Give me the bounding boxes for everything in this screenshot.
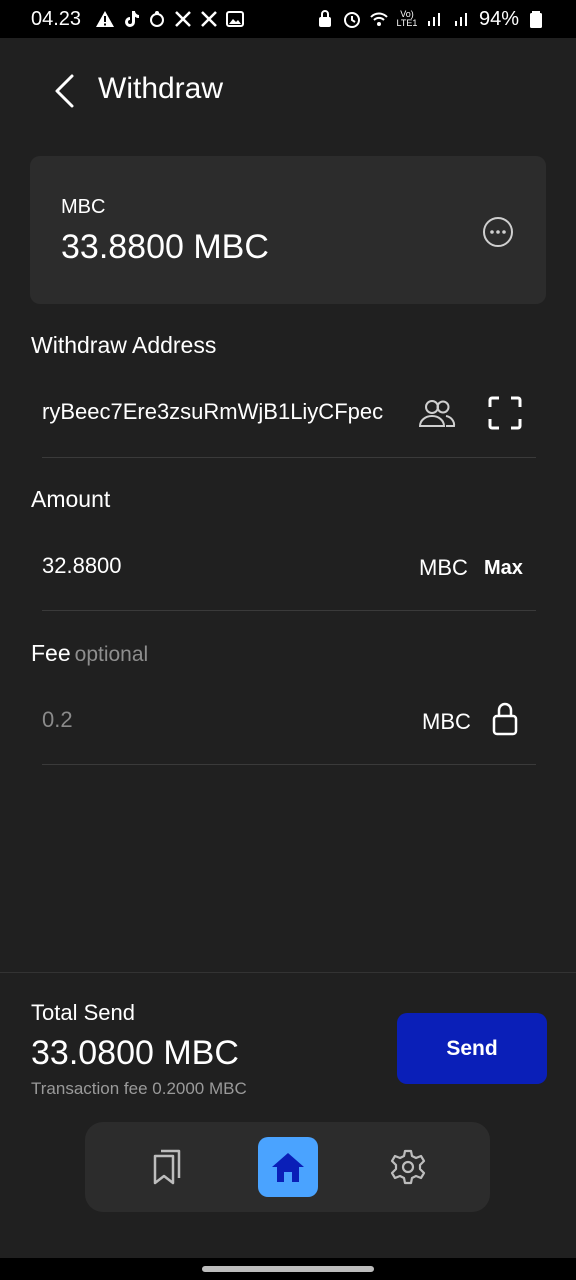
fee-optional-label: optional bbox=[74, 643, 149, 666]
scan-qr-button[interactable] bbox=[486, 394, 524, 432]
fee-unit: MBC bbox=[422, 709, 471, 734]
nav-item-settings[interactable] bbox=[378, 1137, 438, 1197]
amount-field[interactable]: 32.8800 MBC Max bbox=[42, 532, 536, 611]
lock-notification-icon bbox=[315, 9, 335, 29]
send-button[interactable]: Send bbox=[397, 1013, 547, 1084]
total-send-amount: 33.0800 MBC bbox=[31, 1034, 239, 1072]
more-icon bbox=[483, 217, 513, 247]
alarm-icon bbox=[342, 9, 362, 29]
home-gesture-handle[interactable] bbox=[202, 1266, 374, 1272]
status-bar: 04.23 Vo) LTE1 94% bbox=[0, 0, 576, 38]
battery-percent: 94% bbox=[478, 7, 519, 30]
x-icon bbox=[199, 9, 219, 29]
nav-item-home[interactable] bbox=[258, 1137, 318, 1197]
contacts-icon bbox=[418, 400, 456, 427]
fee-label-text: Fee bbox=[31, 640, 71, 666]
signal-icon bbox=[452, 9, 472, 29]
total-send-label: Total Send bbox=[31, 1000, 135, 1025]
tiktok-icon bbox=[121, 9, 141, 29]
more-options-button[interactable] bbox=[482, 216, 514, 248]
max-button[interactable]: Max bbox=[484, 557, 523, 580]
fee-label: Fee optional bbox=[31, 640, 148, 667]
balance-card: MBC 33.8800 MBC bbox=[30, 156, 546, 304]
battery-icon bbox=[526, 9, 546, 29]
summary-divider bbox=[0, 972, 576, 973]
balance-amount: 33.8800 MBC bbox=[61, 228, 269, 266]
network-label: Vo) LTE1 bbox=[396, 9, 418, 28]
lock-icon bbox=[492, 702, 518, 736]
page-title: Withdraw bbox=[98, 72, 224, 105]
gear-icon bbox=[390, 1149, 426, 1185]
fee-field[interactable]: 0.2 MBC bbox=[42, 686, 536, 765]
x-icon bbox=[173, 9, 193, 29]
gesture-bar bbox=[0, 1258, 576, 1280]
app-header: Withdraw bbox=[0, 38, 576, 142]
contacts-button[interactable] bbox=[418, 394, 456, 432]
signal-icon bbox=[425, 9, 445, 29]
amount-input[interactable]: 32.8800 bbox=[42, 553, 122, 579]
withdraw-address-field[interactable]: ryBeec7Ere3zsuRmWjB1LiyCFpec bbox=[42, 378, 536, 458]
amount-label: Amount bbox=[31, 486, 111, 512]
transaction-fee-text: Transaction fee 0.2000 MBC bbox=[31, 1079, 247, 1098]
scan-icon bbox=[488, 396, 522, 430]
withdraw-address-input[interactable]: ryBeec7Ere3zsuRmWjB1LiyCFpec bbox=[42, 399, 383, 425]
token-symbol: MBC bbox=[61, 196, 106, 218]
fee-input[interactable]: 0.2 bbox=[42, 707, 73, 733]
gallery-icon bbox=[225, 9, 245, 29]
warning-icon bbox=[95, 9, 115, 29]
amount-unit: MBC bbox=[419, 555, 468, 580]
withdraw-address-label: Withdraw Address bbox=[31, 332, 217, 358]
nav-item-bookmarks[interactable] bbox=[138, 1137, 198, 1197]
status-time: 04.23 bbox=[31, 7, 82, 30]
bookmarks-icon bbox=[153, 1149, 181, 1185]
chevron-left-icon bbox=[55, 74, 74, 108]
back-button[interactable] bbox=[50, 71, 78, 111]
app-notification-icon bbox=[147, 9, 167, 29]
fee-lock-button[interactable] bbox=[486, 700, 524, 738]
wifi-icon bbox=[369, 9, 389, 29]
home-icon bbox=[272, 1153, 304, 1182]
bottom-nav bbox=[85, 1122, 490, 1212]
